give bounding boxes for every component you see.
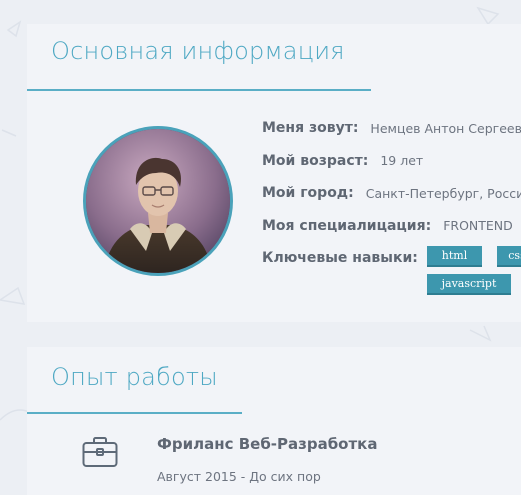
resume-page: Основная информация Меня зовут: Немцев А… <box>0 0 521 495</box>
experience-title: Опыт работы <box>51 363 218 391</box>
info-value-name: Немцев Антон Сергеевич <box>370 120 521 136</box>
info-row-age: Мой возраст: 19 лет <box>262 145 521 178</box>
info-label-skills: Ключевые навыки: <box>262 250 418 267</box>
info-value-city: Санкт-Петербург, Россия <box>365 185 521 201</box>
experience-item-title: Фриланс Веб-Разработка <box>157 435 378 453</box>
info-label-specialization: Моя специалицация: <box>262 217 432 234</box>
info-value-specialization: FRONTEND <box>443 218 513 234</box>
experience-item-period: Август 2015 - До сих пор <box>157 469 321 484</box>
info-row-city: Мой город: Санкт-Петербург, Россия <box>262 177 521 210</box>
info-row-specialization: Моя специалицация: FRONTEND <box>262 210 521 243</box>
avatar-photo <box>86 129 230 273</box>
avatar <box>83 126 233 276</box>
briefcase-icon <box>82 437 118 467</box>
title-underline <box>27 412 242 414</box>
info-label-name: Меня зовут: <box>262 120 359 137</box>
title-underline <box>27 89 371 91</box>
info-label-city: Мой город: <box>262 185 354 202</box>
skill-tag-html[interactable]: html <box>427 246 482 265</box>
info-row-name: Меня зовут: Немцев Антон Сергеевич <box>262 112 521 145</box>
skill-tag-css[interactable]: css <box>497 246 521 265</box>
experience-card: Опыт работы Фриланс Веб-Разработка Авгус… <box>27 347 521 495</box>
basic-info-title: Основная информация <box>51 37 345 65</box>
info-value-age: 19 лет <box>380 153 424 169</box>
skills-tags: html css javascript <box>427 246 521 298</box>
skill-tag-javascript[interactable]: javascript <box>427 274 511 293</box>
basic-info-card: Основная информация Меня зовут: Немцев А… <box>27 24 521 322</box>
info-label-age: Мой возраст: <box>262 152 369 169</box>
